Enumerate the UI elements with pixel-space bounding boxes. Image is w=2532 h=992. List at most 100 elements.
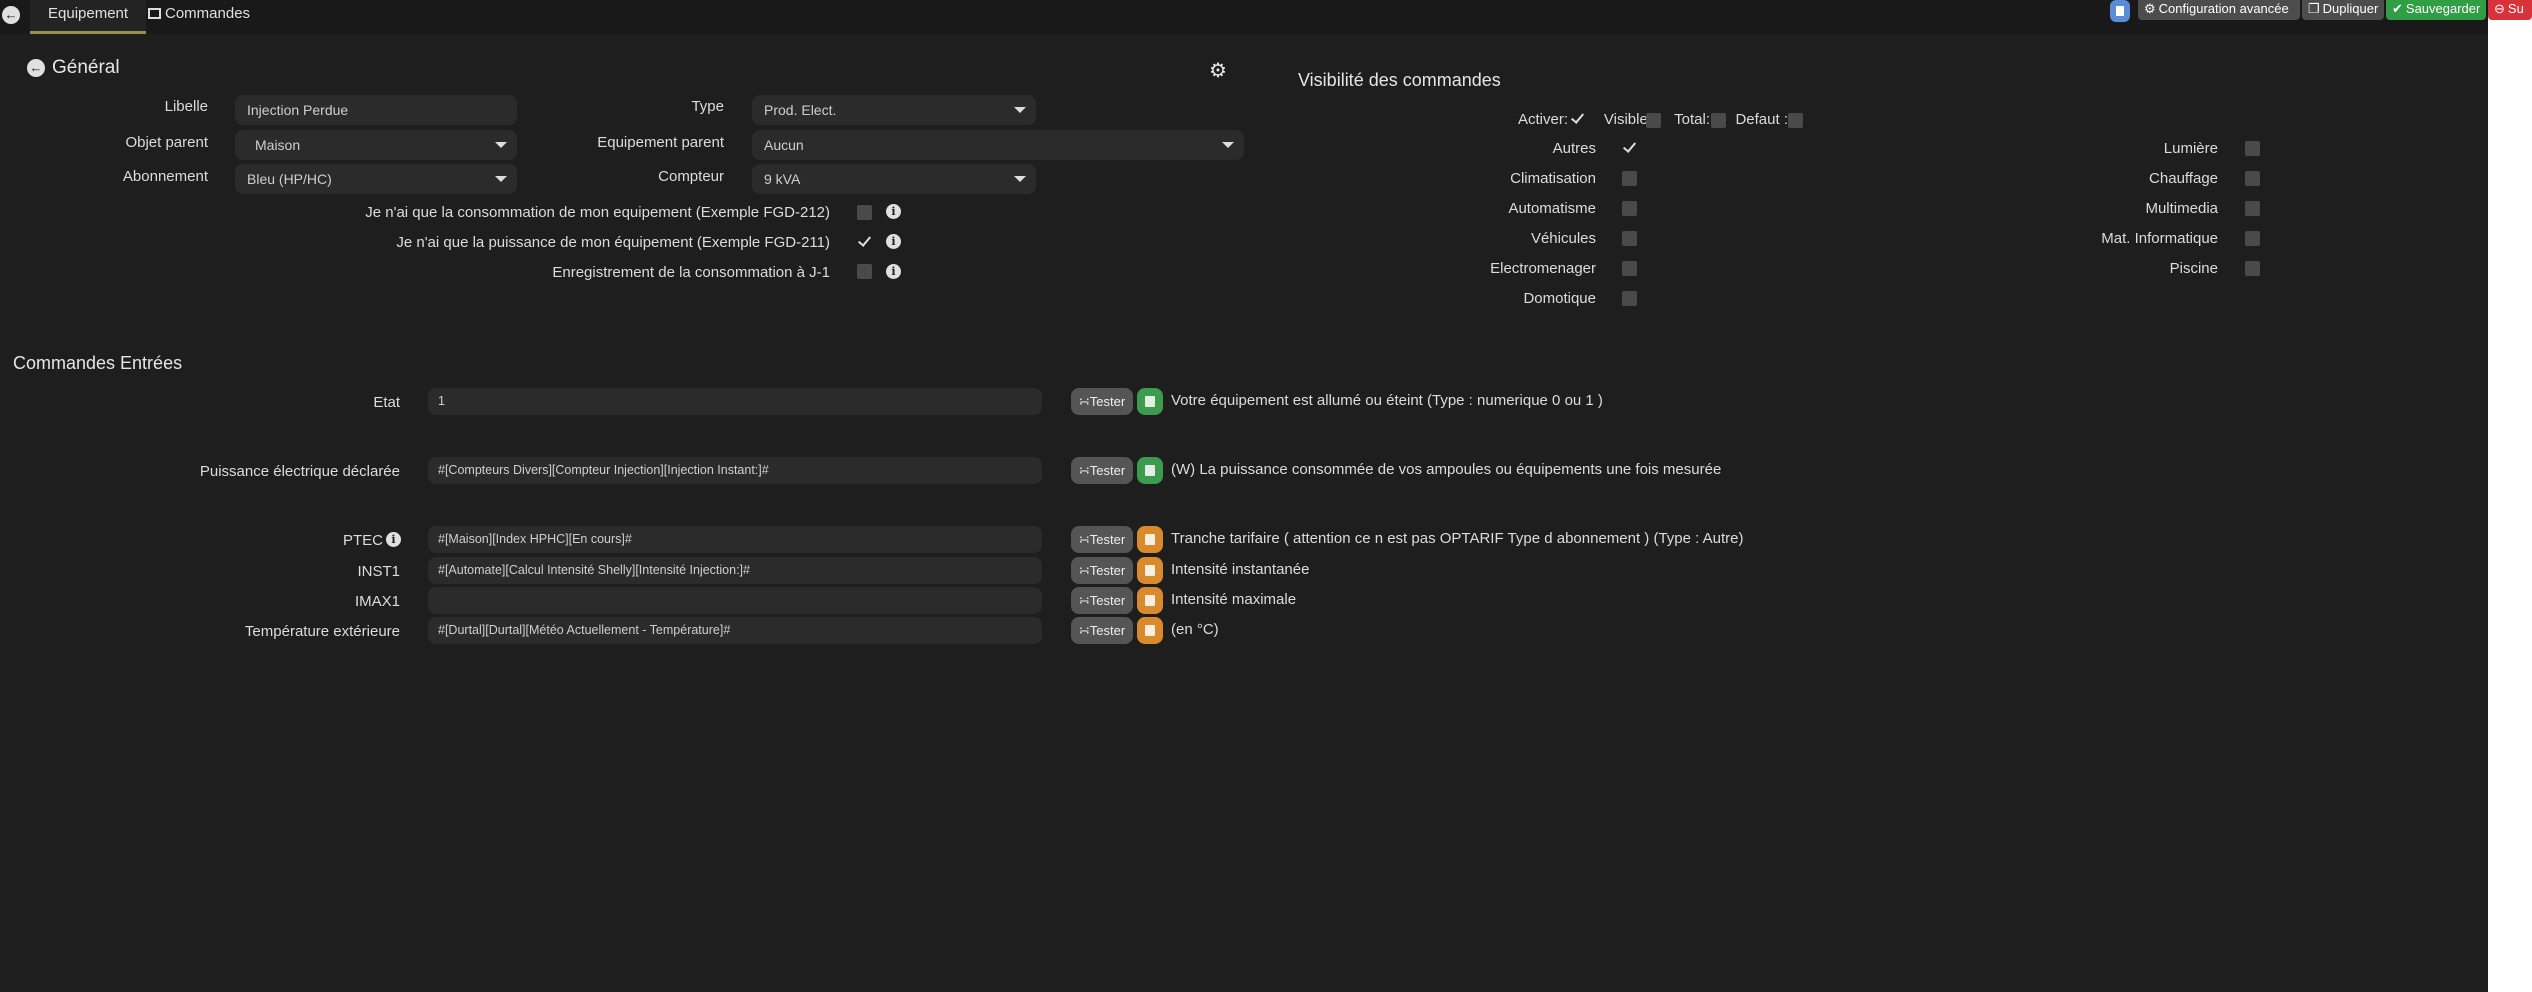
- top-bar: ← Equipement Commandes ⚙ Configuration av…: [0, 0, 2532, 34]
- category-climatisation-checkbox[interactable]: [1622, 171, 1637, 186]
- book-icon: [2116, 6, 2124, 16]
- libelle-label: Libelle: [164, 98, 208, 115]
- activate-checkbox[interactable]: [1570, 111, 1585, 126]
- command-input[interactable]: #[Automate][Calcul Intensité Shelly][Int…: [428, 557, 1042, 584]
- tester-label: Tester: [1089, 532, 1126, 547]
- delete-label: Su: [2507, 1, 2524, 16]
- parent-equipment-label: Equipement parent: [597, 134, 724, 151]
- total-checkbox[interactable]: [1711, 113, 1726, 128]
- command-config-button[interactable]: [1137, 617, 1163, 644]
- category-multimedia-checkbox[interactable]: [2245, 201, 2260, 216]
- check-circle-icon: ✔: [2392, 1, 2403, 16]
- info-icon[interactable]: i: [886, 234, 901, 249]
- command-input[interactable]: #[Compteurs Divers][Compteur Injection][…: [428, 457, 1042, 484]
- command-config-button[interactable]: [1137, 587, 1163, 614]
- save-label: Sauvegarder: [2405, 1, 2481, 16]
- category-domotique-checkbox[interactable]: [1622, 291, 1637, 306]
- parent-equipment-value: Aucun: [764, 137, 804, 153]
- parent-equipment-select[interactable]: Aucun: [752, 130, 1244, 160]
- command-config-button[interactable]: [1137, 526, 1163, 553]
- tester-button[interactable]: ∺Tester: [1071, 457, 1133, 484]
- duplicate-button[interactable]: ❐ Dupliquer: [2302, 0, 2384, 20]
- visibility-title: Visibilité des commandes: [1298, 70, 1501, 90]
- meter-select[interactable]: 9 kVA: [752, 164, 1036, 194]
- visible-label: Visible:: [1603, 111, 1652, 128]
- visible-checkbox[interactable]: [1646, 113, 1661, 128]
- chevron-down-icon: [1014, 107, 1026, 113]
- advanced-config-label: Configuration avancée: [2158, 1, 2289, 16]
- tester-button[interactable]: ∺Tester: [1071, 587, 1133, 614]
- subscription-value: Bleu (HP/HC): [247, 171, 332, 187]
- command-description: Intensité maximale: [1171, 591, 1297, 608]
- back-circle-icon[interactable]: ←: [27, 59, 45, 77]
- option-power-checkbox[interactable]: [857, 234, 872, 249]
- category-automatisme-checkbox[interactable]: [1622, 201, 1637, 216]
- category-autres-checkbox[interactable]: [1622, 140, 1637, 155]
- delete-button[interactable]: ⊖ Su: [2488, 0, 2532, 20]
- parent-object-value: Maison: [255, 137, 301, 153]
- command-label: INST1: [357, 563, 400, 580]
- command-input[interactable]: #[Maison][Index HPHC][En cours]#: [428, 526, 1042, 553]
- documentation-button[interactable]: [2110, 0, 2130, 22]
- command-input[interactable]: 1: [428, 388, 1042, 415]
- parent-object-select[interactable]: Maison: [235, 130, 517, 160]
- tab-commandes[interactable]: Commandes: [138, 0, 260, 34]
- command-config-button[interactable]: [1137, 388, 1163, 415]
- option-consumption-checkbox[interactable]: [857, 205, 872, 220]
- category-informatique-label: Mat. Informatique: [2101, 230, 2218, 247]
- rss-icon: ∺: [1078, 463, 1090, 478]
- info-icon[interactable]: i: [886, 204, 901, 219]
- default-label: Defaut :: [1735, 111, 1788, 128]
- libelle-input[interactable]: Injection Perdue: [235, 95, 517, 125]
- commands-title: Commandes Entrées: [13, 353, 183, 373]
- category-informatique-checkbox[interactable]: [2245, 231, 2260, 246]
- cogs-icon: ⚙: [2144, 1, 2156, 16]
- info-icon[interactable]: i: [886, 264, 901, 279]
- option-power-label: Je n'ai que la puissance de mon équipeme…: [396, 234, 830, 251]
- command-input[interactable]: [428, 587, 1042, 614]
- category-multimedia-label: Multimedia: [2145, 200, 2218, 217]
- command-label: Puissance électrique déclarée: [199, 463, 400, 480]
- category-lumiere-checkbox[interactable]: [2245, 141, 2260, 156]
- category-vehicules-checkbox[interactable]: [1622, 231, 1637, 246]
- type-select[interactable]: Prod. Elect.: [752, 95, 1036, 125]
- tab-equipement[interactable]: Equipement: [30, 0, 147, 34]
- parent-object-label: Objet parent: [125, 134, 208, 151]
- category-chauffage-checkbox[interactable]: [2245, 171, 2260, 186]
- tester-button[interactable]: ∺Tester: [1071, 617, 1133, 644]
- category-piscine-checkbox[interactable]: [2245, 261, 2260, 276]
- category-chauffage-label: Chauffage: [2149, 170, 2218, 187]
- category-electromenager-checkbox[interactable]: [1622, 261, 1637, 276]
- chevron-down-icon: [1222, 142, 1234, 148]
- rss-icon: ∺: [1078, 623, 1090, 638]
- chevron-down-icon: [495, 176, 507, 182]
- command-input[interactable]: #[Durtal][Durtal][Météo Actuellement - T…: [428, 617, 1042, 644]
- tester-label: Tester: [1089, 563, 1126, 578]
- gears-icon[interactable]: ⚙: [1209, 58, 1227, 83]
- command-config-button[interactable]: [1137, 457, 1163, 484]
- rss-icon: ∺: [1078, 394, 1090, 409]
- info-icon[interactable]: i: [386, 532, 401, 547]
- back-arrow-icon[interactable]: ←: [2, 6, 20, 24]
- copy-icon: ❐: [2308, 1, 2320, 16]
- command-config-button[interactable]: [1137, 557, 1163, 584]
- category-domotique-label: Domotique: [1523, 290, 1596, 307]
- option-j1-checkbox[interactable]: [857, 264, 872, 279]
- category-electromenager-label: Electromenager: [1490, 260, 1596, 277]
- activate-label: Activer:: [1517, 111, 1568, 128]
- type-label: Type: [691, 98, 724, 115]
- tester-button[interactable]: ∺Tester: [1071, 388, 1133, 415]
- rss-icon: ∺: [1078, 593, 1090, 608]
- default-checkbox[interactable]: [1788, 113, 1803, 128]
- tester-label: Tester: [1089, 623, 1126, 638]
- subscription-select[interactable]: Bleu (HP/HC): [235, 164, 517, 194]
- command-description: Tranche tarifaire ( attention ce n est p…: [1171, 530, 1744, 547]
- save-button[interactable]: ✔ Sauvegarder: [2386, 0, 2486, 20]
- tester-button[interactable]: ∺Tester: [1071, 526, 1133, 553]
- total-label: Total:: [1674, 111, 1710, 128]
- tester-button[interactable]: ∺Tester: [1071, 557, 1133, 584]
- option-consumption-label: Je n'ai que la consommation de mon equip…: [365, 204, 830, 221]
- list-icon: [148, 8, 161, 19]
- advanced-config-button[interactable]: ⚙ Configuration avancée: [2138, 0, 2300, 20]
- command-label: Température extérieure: [244, 623, 400, 640]
